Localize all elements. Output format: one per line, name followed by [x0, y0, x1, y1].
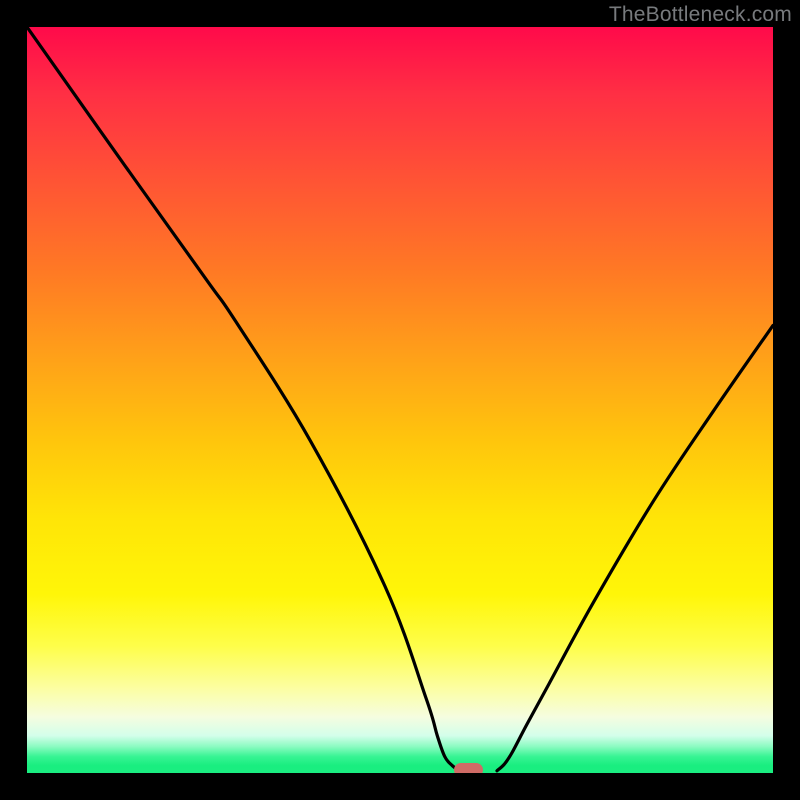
bottleneck-curve — [27, 27, 773, 773]
watermark-text: TheBottleneck.com — [609, 3, 792, 27]
plot-area — [27, 27, 773, 773]
optimum-marker — [454, 763, 482, 773]
chart-stage: TheBottleneck.com — [0, 0, 800, 800]
